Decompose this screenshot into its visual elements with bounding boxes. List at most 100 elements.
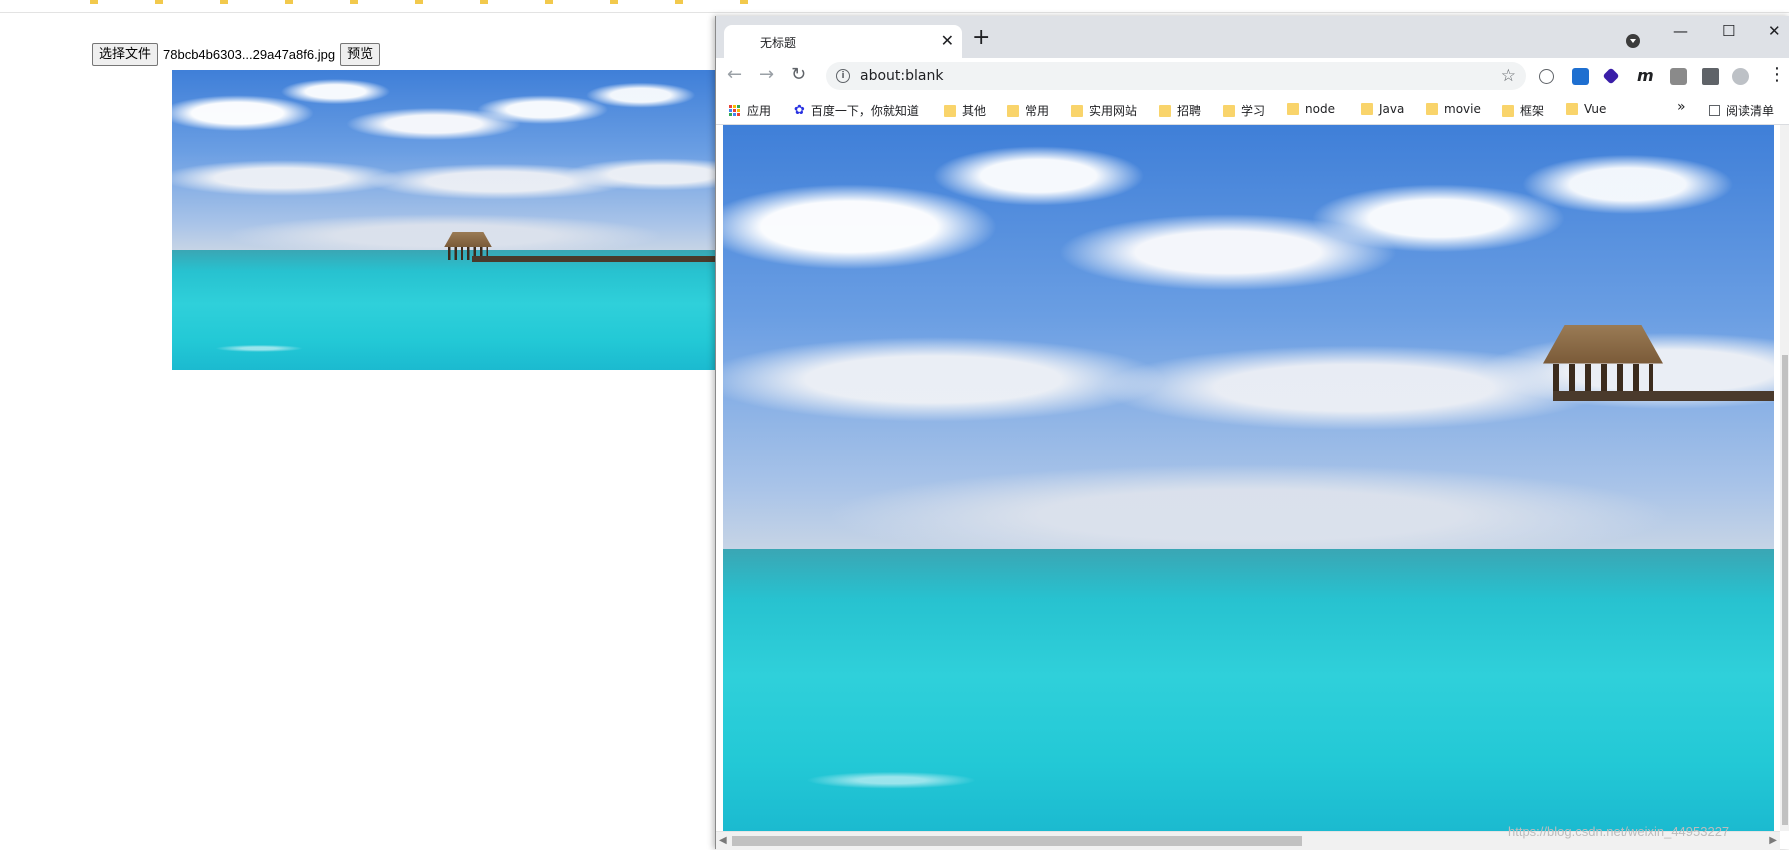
- top-mark: [480, 0, 488, 4]
- folder-icon: [1159, 104, 1171, 117]
- bookmark-folder[interactable]: 实用网站: [1071, 102, 1137, 119]
- new-tab-plus-icon[interactable]: +: [972, 27, 990, 49]
- bookmark-label: 学习: [1241, 104, 1266, 118]
- top-mark: [415, 0, 423, 4]
- extension-m-icon[interactable]: m: [1637, 68, 1654, 85]
- preview-button[interactable]: 预览: [340, 43, 381, 66]
- top-mark: [285, 0, 293, 4]
- site-info-icon[interactable]: i: [836, 69, 850, 83]
- file-upload-row: 选择文件 78bcb4b6303...29a47a8f6.jpg 预览: [92, 43, 381, 66]
- bookmark-label: Java: [1379, 102, 1405, 116]
- bookmark-apps[interactable]: 应用: [729, 102, 771, 119]
- choose-file-button[interactable]: 选择文件: [92, 43, 159, 66]
- baidu-paw-icon: ✿: [794, 103, 805, 118]
- horizontal-scroll-thumb[interactable]: [732, 836, 1302, 846]
- page-top-strip: [0, 0, 1789, 13]
- photo-sky: [172, 70, 717, 250]
- extension-s-icon[interactable]: [1572, 68, 1589, 85]
- bookmark-folder[interactable]: 框架: [1502, 102, 1544, 119]
- bookmark-label: 框架: [1520, 104, 1545, 118]
- bookmark-folder[interactable]: 学习: [1223, 102, 1265, 119]
- minimize-icon[interactable]: —: [1673, 22, 1688, 40]
- tab-untitled[interactable]: 无标题 ✕: [724, 25, 962, 58]
- reading-list-label: 阅读清单: [1726, 104, 1775, 118]
- folder-icon: [1566, 103, 1578, 115]
- bookmarks-overflow-chevron-icon[interactable]: »: [1677, 99, 1686, 115]
- bookmark-folder[interactable]: Java: [1361, 102, 1404, 116]
- browser-window: 无标题 ✕ + — ☐ ✕ ← → ↻ i about:blank ☆ m ⋮: [715, 16, 1789, 850]
- bookmark-folder[interactable]: node: [1287, 102, 1335, 116]
- tab-title: 无标题: [760, 36, 797, 50]
- photo-pier: [1553, 391, 1774, 401]
- folder-icon: [1361, 103, 1373, 115]
- photo-sea: [172, 250, 717, 370]
- bookmark-label: movie: [1444, 102, 1481, 116]
- browser-viewport: [716, 125, 1774, 831]
- reload-icon[interactable]: ↻: [791, 66, 806, 84]
- bookmark-label: 招聘: [1177, 104, 1202, 118]
- bookmark-folder[interactable]: Vue: [1566, 102, 1606, 116]
- extensions-puzzle-icon[interactable]: [1702, 68, 1719, 85]
- bookmark-label: 其他: [962, 104, 987, 118]
- scroll-left-arrow-icon[interactable]: ◀: [719, 835, 727, 846]
- bookmark-folder[interactable]: 招聘: [1159, 102, 1201, 119]
- maximize-icon[interactable]: ☐: [1722, 22, 1735, 40]
- vertical-scrollbar[interactable]: [1780, 125, 1789, 831]
- browser-titlebar: 无标题 ✕ + — ☐ ✕: [716, 16, 1789, 58]
- extension-diamond-icon[interactable]: [1602, 67, 1620, 85]
- hut-roof: [1543, 325, 1663, 364]
- bookmark-label: 百度一下，你就知道: [810, 104, 919, 118]
- bookmark-label: 常用: [1025, 104, 1050, 118]
- folder-icon: [1502, 104, 1514, 117]
- reading-list-icon: [1709, 105, 1720, 116]
- browser-toolbar: ← → ↻ i about:blank ☆ m ⋮: [716, 58, 1789, 94]
- extension-circle-icon[interactable]: [1539, 69, 1554, 84]
- bookmark-folder[interactable]: 常用: [1007, 102, 1049, 119]
- top-mark: [90, 0, 98, 4]
- grid-dot: [737, 113, 740, 117]
- grid-dot: [733, 104, 736, 108]
- top-mark: [675, 0, 683, 4]
- folder-icon: [944, 104, 956, 117]
- csdn-watermark: https://blog.csdn.net/weixin_44953227: [1508, 824, 1730, 839]
- profile-avatar-icon[interactable]: [1732, 68, 1749, 85]
- address-url[interactable]: about:blank: [860, 68, 943, 84]
- tab-close-icon[interactable]: ✕: [941, 32, 954, 50]
- bookmark-folder[interactable]: movie: [1426, 102, 1481, 116]
- back-arrow-icon[interactable]: ←: [727, 66, 742, 84]
- grid-dot: [733, 113, 736, 117]
- browser-menu-icon[interactable]: ⋮: [1768, 66, 1786, 84]
- grid-dot: [733, 108, 736, 112]
- bookmark-folder[interactable]: 其他: [944, 102, 986, 119]
- bookmark-label: 实用网站: [1089, 104, 1138, 118]
- hut-roof: [444, 232, 492, 248]
- window-close-icon[interactable]: ✕: [1768, 22, 1781, 40]
- folder-icon: [1426, 103, 1438, 115]
- bookmark-label: node: [1305, 102, 1335, 116]
- apps-grid-icon: [729, 104, 741, 117]
- tab-search-chevron-icon[interactable]: [1626, 34, 1640, 48]
- scroll-right-arrow-icon[interactable]: ▶: [1769, 835, 1777, 846]
- bookmark-baidu[interactable]: ✿ 百度一下，你就知道: [794, 102, 919, 119]
- bookmarks-bar: 应用 ✿ 百度一下，你就知道 其他 常用 实用网站 招聘 学习 node Jav…: [716, 94, 1789, 125]
- preview-image-thumbnail: [172, 70, 717, 370]
- bookmark-star-icon[interactable]: ☆: [1501, 66, 1516, 86]
- grid-dot: [737, 104, 740, 108]
- address-bar[interactable]: i about:blank ☆: [826, 62, 1526, 90]
- bookmark-label: Vue: [1584, 102, 1607, 116]
- top-mark: [610, 0, 618, 4]
- photo-hut: [1543, 325, 1663, 395]
- photo-sea: [723, 548, 1774, 831]
- page-top-marks: [90, 0, 748, 4]
- folder-icon: [1071, 104, 1083, 117]
- grid-dot: [737, 108, 740, 112]
- bookmark-label: 应用: [747, 104, 772, 118]
- vertical-scroll-thumb[interactable]: [1782, 355, 1788, 825]
- top-mark: [545, 0, 553, 4]
- forward-arrow-icon[interactable]: →: [759, 66, 774, 84]
- folder-icon: [1223, 104, 1235, 117]
- reading-list[interactable]: 阅读清单: [1709, 102, 1774, 119]
- extension-jp-icon[interactable]: [1670, 68, 1687, 85]
- top-mark: [350, 0, 358, 4]
- grid-dot: [729, 108, 732, 112]
